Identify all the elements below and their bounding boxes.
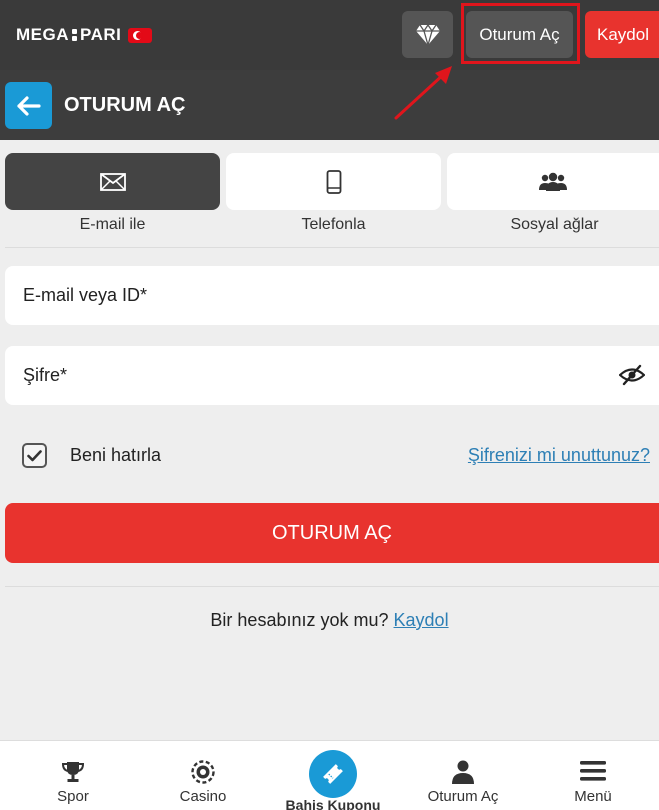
user-icon [452, 760, 474, 784]
forgot-password-link[interactable]: Şifrenizi mi unuttunuz? [468, 445, 650, 466]
signup-prompt-row: Bir hesabınız yok mu? Kaydol [0, 610, 659, 631]
casino-chip-icon [191, 760, 215, 784]
tab-phone[interactable] [226, 153, 441, 210]
signup-prompt-text: Bir hesabınız yok mu? [210, 610, 389, 630]
bet-slip-circle [309, 750, 357, 798]
nav-item-casino[interactable]: Casino [137, 741, 269, 810]
tab-social[interactable] [447, 153, 659, 210]
email-input[interactable] [5, 266, 659, 325]
vip-button[interactable] [402, 11, 453, 58]
top-header: MEGA PARI Oturum Aç Kaydol [0, 0, 659, 70]
email-field-container [5, 266, 659, 325]
nav-item-sports[interactable]: Spor [7, 741, 139, 810]
logo-text-right: PARI [80, 25, 122, 44]
eye-slash-icon[interactable] [619, 364, 645, 386]
nav-item-menu[interactable]: Menü [527, 741, 659, 810]
hamburger-menu-icon [580, 761, 606, 781]
nav-label-menu: Menü [574, 788, 612, 805]
signup-link[interactable]: Kaydol [394, 610, 449, 630]
divider [5, 586, 659, 587]
envelope-icon [99, 172, 126, 191]
password-input[interactable] [5, 346, 659, 405]
header-register-button[interactable]: Kaydol [585, 11, 659, 58]
ticket-icon [323, 764, 343, 784]
mobile-phone-icon [326, 169, 341, 194]
turkey-flag-icon [128, 27, 153, 43]
tab-phone-label[interactable]: Telefonla [226, 216, 441, 234]
trophy-icon [61, 762, 85, 782]
remember-me-label[interactable]: Beni hatırla [70, 445, 161, 466]
page-title-bar: OTURUM AÇ [0, 70, 659, 140]
divider [5, 247, 659, 248]
nav-item-login[interactable]: Oturum Aç [397, 741, 529, 810]
megapari-logo[interactable]: MEGA PARI [16, 25, 153, 45]
tab-email-label[interactable]: E-mail ile [5, 216, 220, 234]
nav-label-bet-slip: Bahis Kuponu [285, 797, 381, 810]
logo-text-left: MEGA [16, 25, 69, 44]
nav-label-casino: Casino [179, 788, 227, 805]
remember-me-checkbox[interactable] [22, 443, 47, 468]
bottom-navigation: Spor Casino Bahis Kuponu Oturum Aç Menü [0, 740, 659, 810]
login-submit-button[interactable]: OTURUM AÇ [5, 503, 659, 563]
checkmark-icon [27, 449, 42, 461]
diamond-icon [415, 23, 440, 46]
back-button[interactable] [5, 82, 52, 129]
tab-social-label[interactable]: Sosyal ağlar [447, 216, 659, 234]
nav-label-sports: Spor [57, 788, 89, 805]
nav-label-login: Oturum Aç [427, 788, 499, 805]
logo-separator [72, 28, 77, 42]
tab-email[interactable] [5, 153, 220, 210]
password-field-container [5, 346, 659, 405]
page-title: OTURUM AÇ [64, 94, 186, 116]
arrow-left-icon [16, 95, 41, 116]
users-icon [539, 172, 567, 191]
header-login-button[interactable]: Oturum Aç [466, 11, 573, 58]
nav-item-bet-slip[interactable]: Bahis Kuponu [267, 741, 399, 810]
